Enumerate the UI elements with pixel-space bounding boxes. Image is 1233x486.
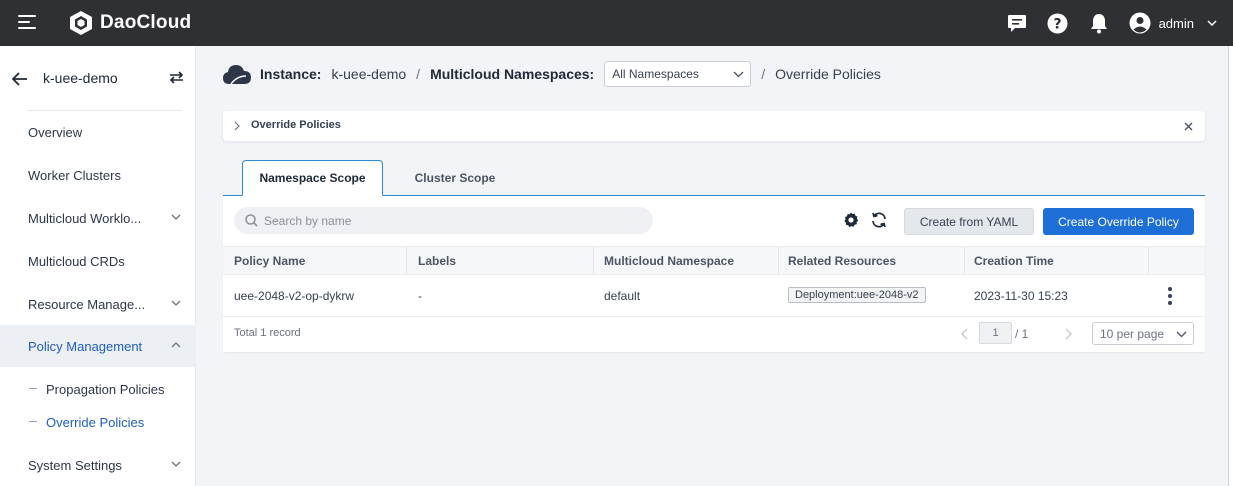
sidebar-item-system-settings[interactable]: System Settings xyxy=(0,444,196,486)
breadcrumb-separator: / xyxy=(761,66,766,82)
namespace-cell: default xyxy=(604,289,641,303)
row-actions-icon[interactable] xyxy=(1166,287,1174,305)
svg-text:?: ? xyxy=(1054,16,1062,32)
breadcrumb-instance[interactable]: k-uee-demo xyxy=(331,66,406,82)
sidebar-item-overview[interactable]: Overview xyxy=(0,111,196,153)
per-page-value: 10 per page xyxy=(1100,326,1165,341)
sidebar-item-label: Policy Management xyxy=(28,338,143,354)
related-resource-tag: Deployment:uee-2048-v2 xyxy=(788,287,926,303)
sidebar-item-worker-clusters[interactable]: Worker Clusters xyxy=(0,154,196,196)
instance-label: Instance: xyxy=(260,66,322,82)
sidebar-item-override-policies[interactable]: Override Policies xyxy=(0,407,196,437)
sidebar-item-label: Overview xyxy=(28,124,83,140)
search-icon xyxy=(245,214,258,227)
sidebar-item-multicloud-crds[interactable]: Multicloud CRDs xyxy=(0,240,196,282)
user-menu[interactable]: admin xyxy=(1129,12,1217,34)
chevron-down-icon xyxy=(1207,20,1217,26)
notice-title: Override Policies xyxy=(251,119,341,131)
chevron-down-icon xyxy=(733,71,744,78)
brand-name: DaoCloud xyxy=(100,12,192,33)
column-header[interactable]: Multicloud Namespace xyxy=(604,254,734,268)
chevron-down-icon xyxy=(171,214,181,220)
tab-namespace-scope[interactable]: Namespace Scope xyxy=(242,160,383,196)
column-header[interactable]: Creation Time xyxy=(974,254,1054,268)
namespace-select[interactable]: All Namespaces xyxy=(604,61,752,87)
next-page-icon[interactable] xyxy=(1062,327,1074,341)
tab-cluster-scope[interactable]: Cluster Scope xyxy=(396,160,514,196)
bell-icon[interactable] xyxy=(1088,12,1110,34)
user-icon xyxy=(1129,12,1151,34)
brand-logo[interactable]: DaoCloud xyxy=(68,10,191,36)
sidebar-item-label: System Settings xyxy=(28,457,122,473)
namespaces-label: Multicloud Namespaces: xyxy=(430,66,595,82)
previous-page-icon[interactable] xyxy=(959,327,971,341)
message-icon[interactable] xyxy=(1006,12,1028,34)
policy-table-card: Create from YAML Create Override Policy … xyxy=(223,196,1205,352)
override-policies-notice[interactable]: Override Policies xyxy=(223,111,1205,141)
creation-time-cell: 2023-11-30 15:23 xyxy=(974,289,1068,303)
column-header[interactable]: Labels xyxy=(418,254,456,268)
column-divider xyxy=(1148,247,1149,275)
namespace-select-value: All Namespaces xyxy=(612,67,699,81)
table-row[interactable]: uee-2048-v2-op-dykrw - default Deploymen… xyxy=(223,275,1205,317)
sidebar-item-resource-management[interactable]: Resource Manage... xyxy=(0,283,196,325)
total-records: Total 1 record xyxy=(234,327,301,339)
create-override-policy-button[interactable]: Create Override Policy xyxy=(1043,208,1194,235)
sidebar-item-label: Resource Manage... xyxy=(28,296,146,312)
dash-marker xyxy=(29,421,37,422)
instance-switcher: k-uee-demo xyxy=(12,66,184,90)
sidebar-item-label: Multicloud Worklo... xyxy=(28,210,142,226)
sidebar: k-uee-demo Overview Worker Clusters Mult… xyxy=(0,46,196,486)
chevron-up-icon xyxy=(171,342,181,348)
switch-instance-icon[interactable] xyxy=(169,71,184,84)
page-number-input[interactable]: 1 xyxy=(979,322,1012,344)
back-arrow-icon[interactable] xyxy=(12,72,28,86)
search-box xyxy=(234,207,653,234)
top-actions: ? admin xyxy=(1006,0,1233,46)
window-edge xyxy=(1228,46,1233,486)
sidebar-item-label: Worker Clusters xyxy=(28,167,121,183)
help-icon[interactable]: ? xyxy=(1047,12,1069,34)
column-divider xyxy=(778,247,779,275)
chevron-down-icon xyxy=(1176,331,1187,338)
sidebar-item-label: Propagation Policies xyxy=(46,381,165,397)
sidebar-item-multicloud-workloads[interactable]: Multicloud Worklo... xyxy=(0,197,196,239)
policy-name-cell[interactable]: uee-2048-v2-op-dykrw xyxy=(234,289,354,303)
settings-gear-icon[interactable] xyxy=(842,211,860,229)
column-divider xyxy=(406,247,407,275)
column-divider xyxy=(593,247,594,275)
chevron-right-icon[interactable] xyxy=(233,121,241,131)
create-from-yaml-button[interactable]: Create from YAML xyxy=(904,208,1034,235)
breadcrumb-current-page: Override Policies xyxy=(775,66,881,82)
sidebar-item-policy-management[interactable]: Policy Management xyxy=(0,325,196,367)
user-name: admin xyxy=(1158,15,1194,31)
instance-name: k-uee-demo xyxy=(43,70,118,86)
refresh-icon[interactable] xyxy=(870,211,888,229)
total-pages: / 1 xyxy=(1015,327,1029,341)
top-bar: DaoCloud ? admin xyxy=(0,0,1233,46)
chevron-down-icon xyxy=(171,300,181,306)
breadcrumb: Instance: k-uee-demo / Multicloud Namesp… xyxy=(222,58,881,90)
column-header[interactable]: Policy Name xyxy=(234,254,305,268)
sidebar-item-propagation-policies[interactable]: Propagation Policies xyxy=(0,374,196,404)
daocloud-logo-icon xyxy=(70,11,92,35)
chevron-down-icon xyxy=(171,461,181,467)
breadcrumb-separator: / xyxy=(416,66,421,82)
menu-icon[interactable] xyxy=(18,15,36,29)
cloud-icon xyxy=(223,65,251,85)
per-page-select[interactable]: 10 per page xyxy=(1092,322,1194,345)
sidebar-item-label: Override Policies xyxy=(46,414,145,430)
dash-marker xyxy=(29,388,37,389)
search-input[interactable] xyxy=(264,213,624,228)
labels-cell: - xyxy=(418,289,422,303)
table-header: Policy Name Labels Multicloud Namespace … xyxy=(223,246,1205,275)
close-icon[interactable] xyxy=(1184,122,1193,131)
column-divider xyxy=(964,247,965,275)
column-header[interactable]: Related Resources xyxy=(788,254,896,268)
sidebar-item-label: Multicloud CRDs xyxy=(28,253,125,269)
